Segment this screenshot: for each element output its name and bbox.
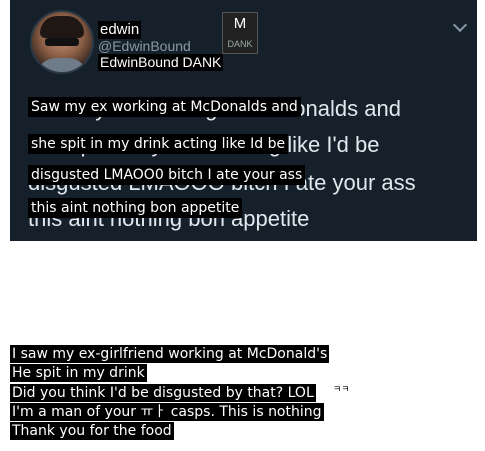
avatar-hair xyxy=(40,16,84,38)
badge-text: DANK xyxy=(227,39,253,49)
tweet-card: @EdwinBound edwin M DANK EdwinBound DANK… xyxy=(10,0,477,241)
translation-line: I'm a man of your ㅠㅏ casps. This is noth… xyxy=(10,403,324,421)
translation-line: Thank you for the food xyxy=(10,422,174,440)
subtitle-label: EdwinBound DANK xyxy=(98,54,224,71)
overlay-line: she spit in my drink acting like Id be xyxy=(28,134,289,154)
translation-line: He spit in my drink xyxy=(10,364,147,382)
dank-badge: M DANK xyxy=(222,12,258,54)
avatar-glasses xyxy=(45,38,79,46)
handle-ghost: @EdwinBound xyxy=(98,38,191,54)
translation-line: Did you think I'd be disgusted by that? … xyxy=(10,384,316,402)
overlay-line: disgusted LMAOO0 bitch I ate your ass xyxy=(28,165,306,185)
avatar[interactable] xyxy=(30,10,94,74)
overlay-line: this aint nothing bon appetite xyxy=(28,198,243,218)
stray-glyph: ㅋㅋ xyxy=(333,385,350,395)
avatar-shirt xyxy=(36,58,88,72)
overlay-line: Saw my ex working at McDonalds and xyxy=(28,97,301,117)
display-name[interactable]: edwin xyxy=(98,21,142,39)
chevron-down-icon[interactable] xyxy=(452,17,468,33)
translation-line: I saw my ex-girlfriend working at McDona… xyxy=(10,345,330,363)
badge-letter: M xyxy=(233,15,247,32)
